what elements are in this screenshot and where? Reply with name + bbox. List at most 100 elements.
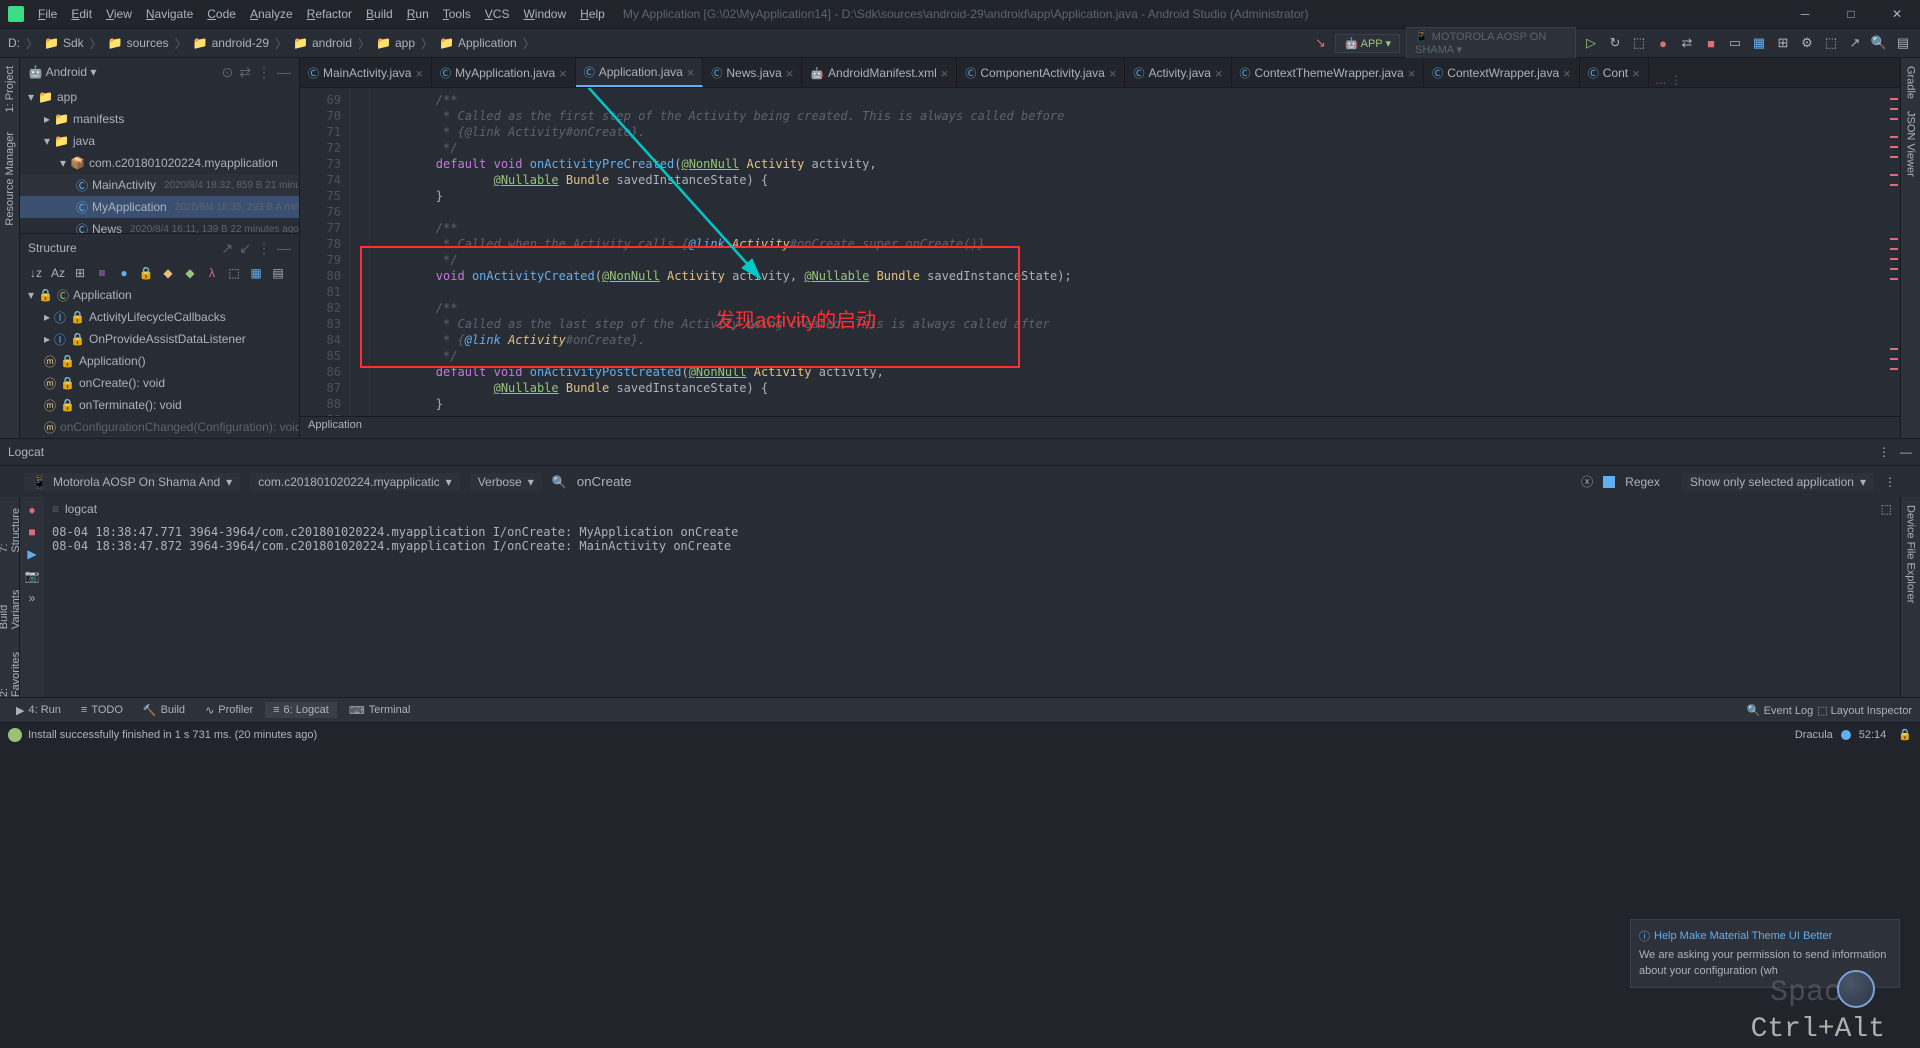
stop-icon[interactable]: ↘ — [1311, 34, 1329, 52]
clear-search-icon[interactable]: ⓧ — [1581, 473, 1593, 490]
settings2-icon[interactable]: ⋮ — [257, 240, 271, 257]
tool-icon[interactable]: ⚙ — [1798, 34, 1816, 52]
tool4-icon[interactable]: ▤ — [1894, 34, 1912, 52]
tab-contextthemewrapper-java[interactable]: ⒸContextThemeWrapper.java× — [1232, 59, 1425, 87]
menu-refactor[interactable]: Refactor — [301, 5, 358, 23]
tool2-icon[interactable]: ⬚ — [1822, 34, 1840, 52]
tree-item-mainactivity[interactable]: ⒸMainActivity2020/8/4 18:32, 859 B 21 mi… — [20, 174, 299, 196]
settings-icon[interactable]: ⋮ — [257, 64, 271, 81]
close-tab-icon[interactable]: × — [687, 65, 695, 80]
logcat-level-selector[interactable]: Verbose ▾ — [470, 473, 542, 491]
logcat-settings-icon[interactable]: ⋮ — [1878, 445, 1890, 459]
close-tab-icon[interactable]: × — [1215, 66, 1223, 81]
stop2-icon[interactable]: ■ — [28, 525, 35, 539]
sdk-manager-icon[interactable]: ▦ — [1750, 34, 1768, 52]
tab-mainactivity-java[interactable]: ⒸMainActivity.java× — [300, 59, 432, 87]
run-icon[interactable]: ▷ — [1582, 34, 1600, 52]
logcat-output[interactable]: 08-04 18:38:47.771 3964-3964/com.c201801… — [44, 521, 1900, 697]
tab-componentactivity-java[interactable]: ⒸComponentActivity.java× — [957, 59, 1125, 87]
logcat-more-icon[interactable]: ⋮ — [1884, 475, 1896, 489]
tool3-icon[interactable]: ↗ — [1846, 34, 1864, 52]
hide2-icon[interactable]: — — [277, 240, 291, 256]
menu-tools[interactable]: Tools — [437, 5, 477, 23]
menu-help[interactable]: Help — [574, 5, 611, 23]
logcat-device-selector[interactable]: 📱 Motorola AOSP On Shama And ▾ — [24, 473, 240, 491]
tab-application-java[interactable]: ⒸApplication.java× — [576, 59, 704, 87]
menu-code[interactable]: Code — [201, 5, 242, 23]
structure-tab[interactable]: 7: Structure — [0, 505, 22, 553]
gradle-tab[interactable]: Gradle — [1905, 66, 1917, 99]
expand-icon[interactable]: ↗ — [222, 240, 234, 257]
code-editor[interactable]: 6970717273747576777879808182838485868788… — [300, 88, 1900, 416]
close-tab-icon[interactable]: × — [1408, 66, 1416, 81]
tool-terminal[interactable]: ⌨Terminal — [341, 702, 418, 719]
target-icon[interactable]: ⊙ — [222, 64, 234, 81]
event-log-button[interactable]: 🔍 Event Log — [1747, 704, 1813, 717]
tabs-overflow-icon[interactable]: … ⋮ — [1649, 73, 1688, 87]
tab-androidmanifest-xml[interactable]: 🤖AndroidManifest.xml× — [802, 59, 957, 87]
wrap-icon[interactable]: ⬚ — [1881, 502, 1892, 516]
menu-file[interactable]: File — [32, 5, 63, 23]
tab-news-java[interactable]: ⒸNews.java× — [703, 59, 802, 87]
logcat-tag[interactable]: logcat — [65, 502, 97, 516]
sync-icon[interactable]: ⊞ — [1774, 34, 1792, 52]
menu-window[interactable]: Window — [517, 5, 572, 23]
fold-gutter[interactable] — [350, 88, 370, 416]
close-button[interactable]: ✕ — [1874, 0, 1920, 28]
hide-icon[interactable]: — — [277, 64, 291, 80]
logcat-process-selector[interactable]: com.c201801020224.myapplicatic ▾ — [250, 473, 459, 491]
close-tab-icon[interactable]: × — [941, 66, 949, 81]
project-tree[interactable]: ▾📁app ▸📁manifests ▾📁java ▾📦com.c20180102… — [20, 86, 299, 233]
editor-breadcrumb[interactable]: Application — [300, 416, 1900, 438]
collapse-icon[interactable]: ⇄ — [239, 64, 251, 81]
tab-cont[interactable]: ⒸCont× — [1580, 59, 1649, 87]
close-tab-icon[interactable]: × — [1563, 66, 1571, 81]
tool-profiler[interactable]: ∿Profiler — [197, 702, 261, 719]
tool-6-logcat[interactable]: ≡6: Logcat — [265, 702, 337, 718]
restart-icon[interactable]: ▶ — [27, 547, 36, 561]
project-mode-selector[interactable]: 🤖 Android ▾ — [28, 65, 96, 79]
search-icon[interactable]: 🔍 — [1870, 34, 1888, 52]
menu-build[interactable]: Build — [360, 5, 399, 23]
lock-icon[interactable]: 🔒 — [1898, 728, 1912, 741]
tab-contextwrapper-java[interactable]: ⒸContextWrapper.java× — [1424, 59, 1579, 87]
close-tab-icon[interactable]: × — [786, 66, 794, 81]
attach-debugger-icon[interactable]: ⇄ — [1678, 34, 1696, 52]
build-variants-tab[interactable]: Build Variants — [0, 573, 22, 629]
close-tab-icon[interactable]: × — [559, 66, 567, 81]
menu-navigate[interactable]: Navigate — [140, 5, 199, 23]
layout-inspector-button[interactable]: ⬚ Layout Inspector — [1817, 704, 1912, 717]
record-icon[interactable]: ● — [28, 503, 35, 517]
camera-icon[interactable]: 📷 — [25, 569, 40, 583]
theme-indicator[interactable]: Dracula — [1795, 729, 1833, 741]
tab-myapplication-java[interactable]: ⒸMyApplication.java× — [432, 59, 576, 87]
menu-vcs[interactable]: VCS — [479, 5, 516, 23]
close-tab-icon[interactable]: × — [1109, 66, 1117, 81]
logcat-filter-selector[interactable]: Show only selected application ▾ — [1682, 473, 1874, 491]
more2-icon[interactable]: » — [29, 591, 36, 605]
menu-view[interactable]: View — [100, 5, 138, 23]
menu-run[interactable]: Run — [401, 5, 435, 23]
structure-tree[interactable]: ▾🔒ⒸApplication ▸Ⓘ🔒ActivityLifecycleCallb… — [20, 284, 299, 438]
regex-checkbox[interactable] — [1603, 476, 1615, 488]
tree-item-myapplication[interactable]: ⒸMyApplication2020/8/4 18:35, 293 B A mi… — [20, 196, 299, 218]
profile-icon[interactable]: ● — [1654, 34, 1672, 52]
tool-build[interactable]: 🔨Build — [135, 702, 193, 719]
run-config-selector[interactable]: 🤖 APP ▾ — [1335, 34, 1400, 53]
apply-changes-icon[interactable]: ↻ — [1606, 34, 1624, 52]
logcat-search-input[interactable] — [577, 474, 777, 489]
json-viewer-tab[interactable]: JSON Viewer — [1905, 111, 1917, 177]
avd-manager-icon[interactable]: ▭ — [1726, 34, 1744, 52]
stop-button-icon[interactable]: ■ — [1702, 34, 1720, 52]
tool-4-run[interactable]: ▶4: Run — [8, 702, 69, 719]
tree-item-news[interactable]: ⒸNews2020/8/4 16:11, 139 B 22 minutes ag… — [20, 218, 299, 233]
favorites-tab[interactable]: 2: Favorites — [0, 649, 22, 697]
maximize-button[interactable]: □ — [1828, 0, 1874, 28]
tab-activity-java[interactable]: ⒸActivity.java× — [1125, 59, 1231, 87]
menu-analyze[interactable]: Analyze — [244, 5, 299, 23]
close-tab-icon[interactable]: × — [415, 66, 423, 81]
device-selector[interactable]: 📱 MOTOROLA AOSP ON SHAMA ▾ — [1406, 27, 1576, 59]
minimize-button[interactable]: ─ — [1782, 0, 1828, 28]
tool-todo[interactable]: ≡TODO — [73, 702, 131, 718]
logcat-hide-icon[interactable]: — — [1900, 445, 1912, 459]
